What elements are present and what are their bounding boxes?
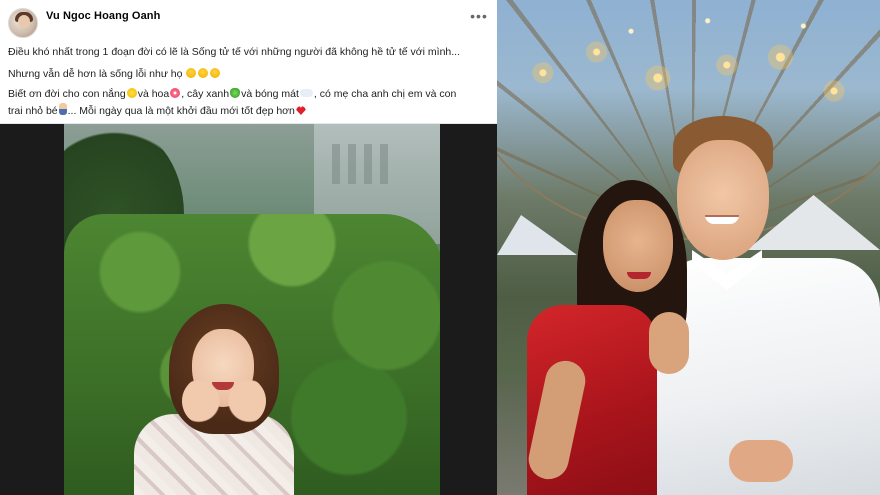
- post-text-line-3-part-a: Biết ơn đời cho con nắng: [8, 88, 126, 100]
- photo-woman-hands: [182, 376, 266, 426]
- more-options-icon[interactable]: •••: [470, 9, 488, 25]
- photo-man-face: [677, 140, 769, 260]
- sun-icon: [126, 88, 137, 98]
- laughing-face-icon: [186, 68, 197, 78]
- boy-icon: [58, 103, 67, 115]
- photo-woman-hand: [649, 312, 689, 374]
- post-text-line-3: Biết ơn đời cho con nắng và hoa , cây xanh…: [8, 88, 456, 100]
- social-post: Vu Ngoc Hoang Oanh ••• Điều khó nhất tro…: [0, 0, 497, 495]
- post-text-line-3-part-e: , có mẹ cha anh chị em và con: [313, 88, 457, 100]
- photo-man-hand: [729, 440, 793, 482]
- flower-icon: [170, 88, 181, 98]
- post-header: Vu Ngoc Hoang Oanh ••• Điều khó nhất tro…: [0, 0, 497, 124]
- photo-woman-lips: [627, 272, 651, 279]
- post-text-line-3-part-d: và bóng mát: [241, 88, 299, 100]
- post-text-line-2: Nhưng vẫn dễ hơn là sống lỗi như họ: [8, 68, 221, 80]
- cloud-icon: [299, 89, 313, 97]
- post-photo[interactable]: [64, 124, 440, 495]
- laughing-face-icon: [198, 68, 209, 78]
- red-heart-icon: [295, 106, 306, 115]
- post-text-line-4-part-b: ... Mỗi ngày qua là một khởi đầu mới tốt…: [67, 105, 295, 117]
- couple-photo: [497, 0, 880, 495]
- post-text-line-4: trai nhỏ bé ... Mỗi ngày qua là một khởi …: [8, 103, 307, 117]
- photo-man-smile: [705, 215, 739, 224]
- post-text-line-3-part-b: và hoa: [137, 88, 170, 100]
- clover-icon: [230, 88, 241, 98]
- avatar-face: [18, 15, 30, 28]
- post-text-line-2-text: Nhưng vẫn dễ hơn là sống lỗi như họ: [8, 68, 183, 80]
- post-text-line-3-part-c: , cây xanh: [181, 88, 230, 100]
- author-name[interactable]: Vu Ngoc Hoang Oanh: [46, 10, 160, 22]
- laughing-face-icon: [210, 68, 221, 78]
- post-text-line-4-part-a: trai nhỏ bé: [8, 105, 58, 117]
- author-avatar[interactable]: [8, 8, 38, 38]
- post-text-line-1: Điều khó nhất trong 1 đoạn đời có lẽ là …: [8, 46, 461, 58]
